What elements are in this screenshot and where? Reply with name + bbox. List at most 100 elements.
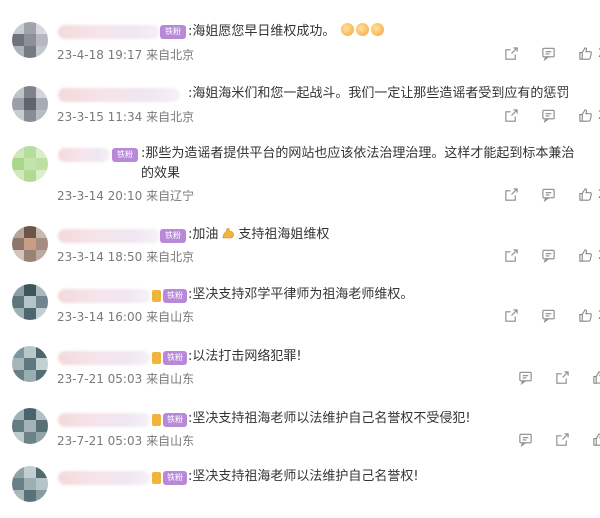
comment-icon	[542, 249, 555, 263]
comment-icon	[542, 188, 555, 202]
forward-icon	[505, 308, 518, 322]
avatar[interactable]	[12, 284, 48, 320]
forward-icon	[505, 248, 518, 262]
comment-actions: 2	[482, 185, 600, 203]
gold-badge-icon	[152, 290, 161, 302]
avatar[interactable]	[12, 226, 48, 262]
avatar[interactable]	[12, 22, 48, 58]
fan-badge: 铁粉	[163, 289, 187, 303]
comment-meta: 23-7-21 05:03 来自山东	[57, 371, 194, 387]
comment-item: 铁粉 :坚决支持邓学平律师为祖海老师维权。 23-3-14 16:00 来自山东…	[0, 270, 600, 332]
comment-text: :海姐海米们和您一起战斗。我们一定让那些造谣者受到应有的惩罚	[188, 86, 570, 101]
username-redacted[interactable]	[58, 413, 150, 427]
username-redacted[interactable]	[58, 88, 180, 102]
comment-icon	[519, 371, 532, 385]
forward-button[interactable]	[504, 187, 519, 202]
comment-button[interactable]	[518, 370, 533, 385]
forward-icon	[556, 370, 569, 384]
thumbs-up-icon	[579, 187, 592, 201]
comment-button[interactable]	[518, 432, 533, 447]
avatar[interactable]	[12, 86, 48, 122]
like-button[interactable]: 2	[578, 108, 600, 123]
forward-icon	[505, 46, 518, 60]
comment-text: :坚决支持祖海老师以法维护自己名誉权!	[188, 469, 419, 484]
comment-item: 铁粉 :以法打击网络犯罪! 23-7-21 05:03 来自山东	[0, 332, 600, 394]
forward-button[interactable]	[555, 370, 570, 385]
comment-item: 铁粉 :那些为造谣者提供平台的网站也应该依法治理治理。这样才能起到标本兼治的效果…	[0, 128, 600, 208]
comment-location: 来自山东	[146, 434, 195, 448]
username-redacted[interactable]	[58, 471, 150, 485]
thumbs-up-icon	[579, 248, 592, 262]
username-redacted[interactable]	[58, 148, 110, 162]
comment-text-after: 支持祖海姐维权	[238, 227, 330, 242]
comment-meta: 23-3-14 20:10 来自辽宁	[57, 188, 194, 204]
cheer-emoji-icon	[339, 23, 385, 39]
comment-text-before: :加油	[188, 227, 219, 242]
comment-button[interactable]	[541, 46, 556, 61]
comment-button[interactable]	[541, 108, 556, 123]
comment-button[interactable]	[541, 308, 556, 323]
comment-item: 铁粉 :坚决支持祖海老师以法维护自己名誉权!	[0, 456, 600, 518]
comment-text: :海姐愿您早日维权成功。	[188, 22, 385, 42]
avatar[interactable]	[12, 146, 48, 182]
fan-badge: 铁粉	[163, 471, 187, 485]
comment-location: 来自山东	[146, 310, 195, 324]
comment-location: 来自辽宁	[146, 189, 195, 203]
forward-button[interactable]	[504, 248, 519, 263]
comment-location: 来自北京	[146, 48, 195, 62]
like-button[interactable]: 2	[578, 308, 600, 323]
comment-meta: 23-3-15 11:34 来自北京	[57, 109, 194, 125]
comment-icon	[542, 109, 555, 123]
comment-text: :坚决支持邓学平律师为祖海老师维权。	[188, 287, 414, 302]
like-button[interactable]: 2	[578, 46, 600, 61]
comment-item: 铁粉 :坚决支持祖海老师以法维护自己名誉权不受侵犯! 23-7-21 05:03…	[0, 394, 600, 456]
forward-icon	[505, 108, 518, 122]
comment-text: :以法打击网络犯罪!	[188, 349, 302, 364]
forward-icon	[505, 187, 518, 201]
comment-icon	[542, 309, 555, 323]
comment-item: 铁粉 :加油 支持祖海姐维权 23-3-14 18:50 来自北京 2	[0, 208, 600, 270]
comment-date: 23-4-18 19:17	[57, 48, 143, 62]
comment-meta: 23-7-21 05:03 来自山东	[57, 433, 194, 449]
comment-date: 23-3-15 11:34	[57, 110, 143, 124]
comment-item: :海姐海米们和您一起战斗。我们一定让那些造谣者受到应有的惩罚 23-3-15 1…	[0, 66, 600, 128]
forward-button[interactable]	[555, 432, 570, 447]
forward-button[interactable]	[504, 308, 519, 323]
forward-button[interactable]	[504, 46, 519, 61]
comment-actions: 2	[482, 106, 600, 124]
username-redacted[interactable]	[58, 229, 160, 243]
gold-badge-icon	[152, 472, 161, 484]
username-redacted[interactable]	[58, 25, 160, 39]
comment-text: :坚决支持祖海老师以法维护自己名誉权不受侵犯!	[188, 411, 471, 426]
comment-meta: 23-3-14 18:50 来自北京	[57, 249, 194, 265]
fan-badge: 铁粉	[112, 148, 138, 162]
thumbs-up-icon	[579, 108, 592, 122]
avatar[interactable]	[12, 408, 48, 444]
thumbs-up-icon	[579, 46, 592, 60]
comment-button[interactable]	[541, 187, 556, 202]
gold-badge-icon	[152, 414, 161, 426]
comment-date: 23-7-21 05:03	[57, 434, 143, 448]
comment-item: 铁粉 :海姐愿您早日维权成功。 23-4-18 19:17 来自北京 2	[0, 0, 600, 66]
forward-icon	[556, 432, 569, 446]
forward-button[interactable]	[504, 108, 519, 123]
username-redacted[interactable]	[58, 351, 150, 365]
comment-button[interactable]	[541, 248, 556, 263]
like-button[interactable]: 2	[578, 248, 600, 263]
like-button[interactable]	[592, 370, 600, 385]
like-button[interactable]	[592, 432, 600, 447]
fan-badge: 铁粉	[160, 25, 186, 39]
comment-meta: 23-4-18 19:17 来自北京	[57, 47, 194, 63]
comment-actions	[496, 368, 600, 386]
flexed-biceps-emoji	[223, 227, 235, 239]
comment-actions: 2	[482, 44, 600, 62]
comment-date: 23-3-14 16:00	[57, 310, 143, 324]
username-redacted[interactable]	[58, 289, 150, 303]
comment-text: :那些为造谣者提供平台的网站也应该依法治理治理。这样才能起到标本兼治的效果	[141, 146, 575, 181]
comment-actions	[496, 430, 600, 448]
thumbs-up-icon	[593, 370, 600, 384]
avatar[interactable]	[12, 346, 48, 382]
avatar[interactable]	[12, 466, 48, 502]
like-button[interactable]: 2	[578, 187, 600, 202]
comment-icon	[519, 433, 532, 447]
